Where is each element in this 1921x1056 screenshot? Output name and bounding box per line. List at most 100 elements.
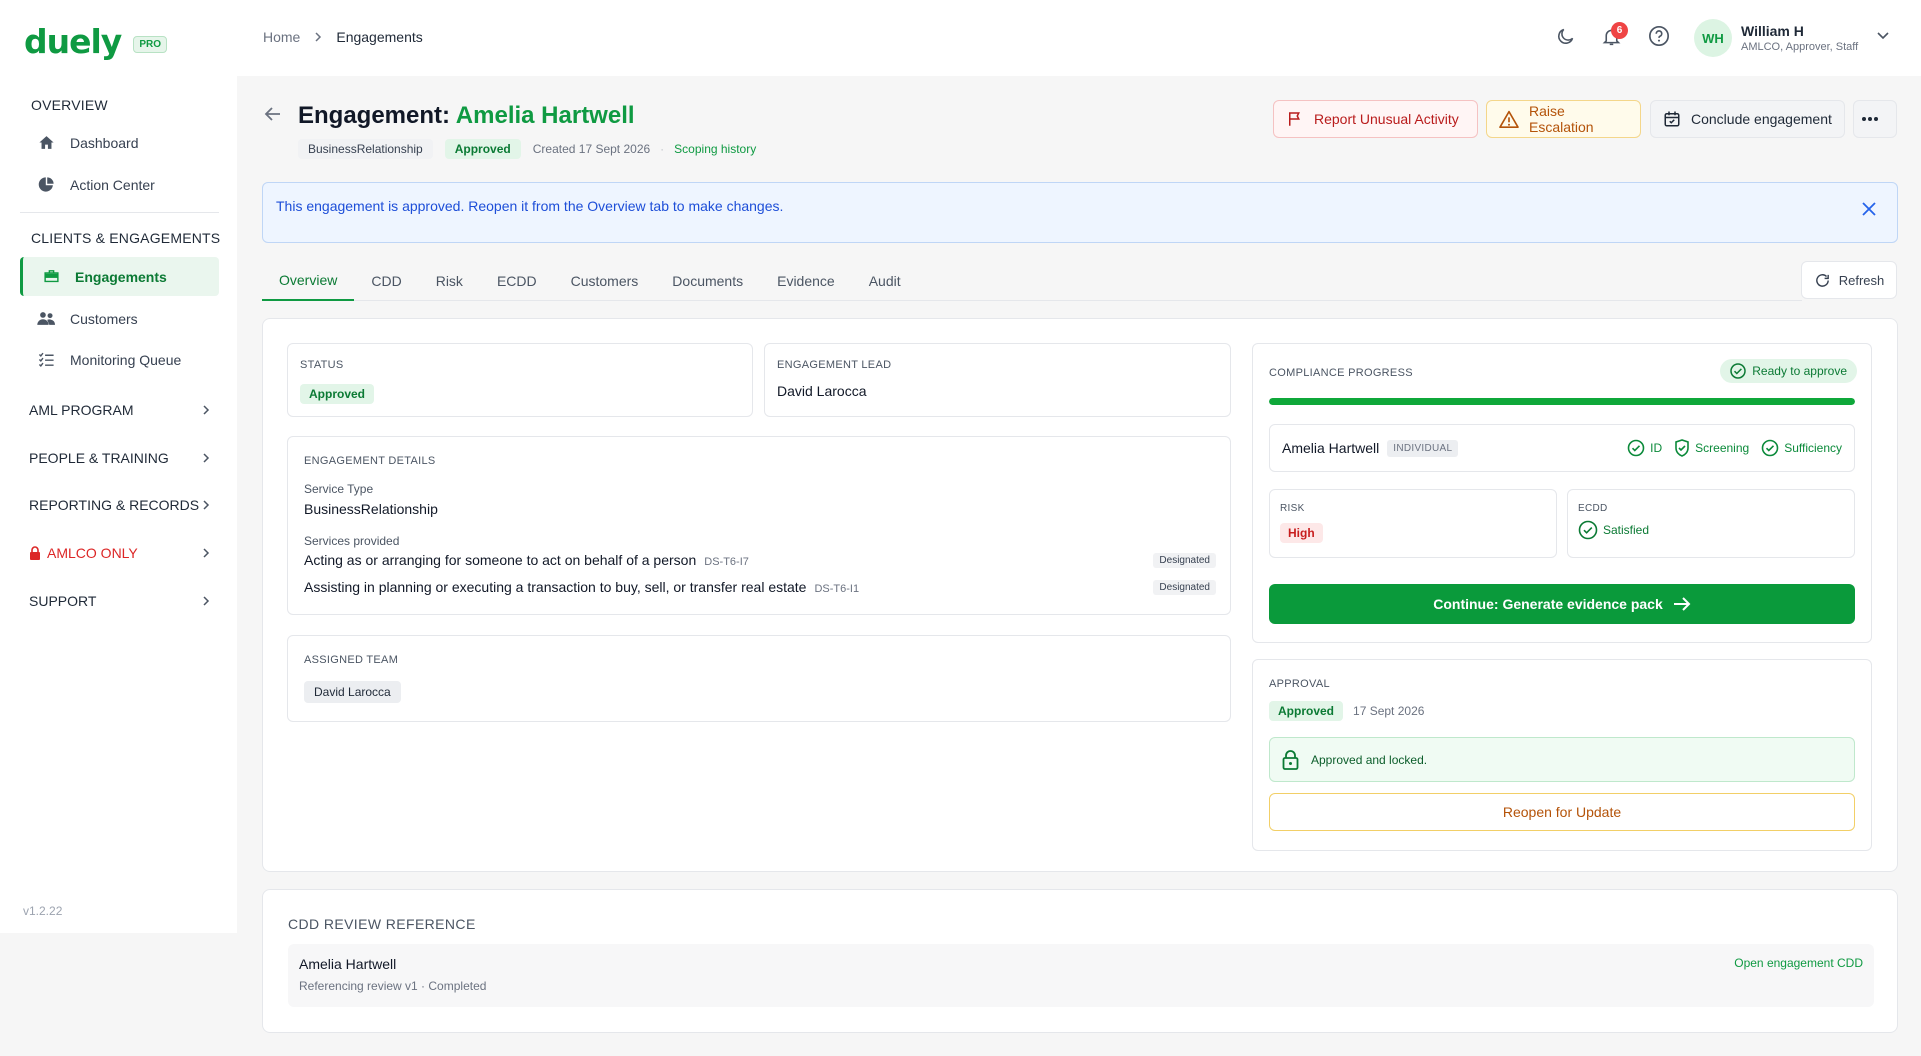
generate-evidence-pack-button[interactable]: Continue: Generate evidence pack (1269, 584, 1855, 624)
refresh-button[interactable]: Refresh (1801, 261, 1897, 299)
users-icon (36, 309, 56, 329)
risk-level-badge: High (1280, 523, 1323, 543)
button-label: Raise Escalation (1529, 103, 1594, 135)
button-label: Refresh (1838, 272, 1885, 288)
overview-panel: STATUS Approved ENGAGEMENT LEAD David La… (262, 318, 1898, 872)
logo[interactable]: duely PRO (24, 22, 167, 62)
brand-name: duely (24, 22, 122, 61)
help-icon[interactable] (1647, 24, 1671, 48)
tab-audit[interactable]: Audit (852, 260, 918, 301)
app-version: v1.2.22 (23, 904, 63, 918)
sidebar-item-customers[interactable]: Customers (20, 299, 219, 338)
risk-label: RISK (1280, 503, 1305, 514)
chevron-right-icon (201, 497, 211, 513)
service-name-row: Assisting in planning or executing a tra… (304, 579, 859, 595)
approval-label: APPROVAL (1269, 678, 1330, 690)
user-name[interactable]: William H (1741, 23, 1804, 39)
back-arrow-icon[interactable] (263, 104, 283, 127)
briefcase-icon (41, 267, 61, 287)
service-type-label: Service Type (304, 482, 374, 496)
conclude-engagement-button[interactable]: Conclude engagement (1650, 100, 1845, 138)
sidebar-item-label: Dashboard (70, 134, 139, 151)
page-title-prefix: Engagement: (298, 102, 456, 129)
sidebar-item-action-center[interactable]: Action Center (20, 165, 219, 204)
tab-ecdd[interactable]: ECDD (480, 260, 554, 301)
service-name: Acting as or arranging for someone to ac… (304, 552, 697, 568)
status-badge: Approved (444, 139, 521, 159)
sidebar-item-label: Action Center (70, 176, 155, 193)
ready-to-approve-badge: Ready to approve (1720, 359, 1857, 383)
check-id: ID (1627, 439, 1662, 457)
shield-check-icon (1675, 439, 1689, 457)
open-engagement-cdd-link[interactable]: Open engagement CDD (1734, 956, 1863, 970)
service-code: DS-T6-I1 (814, 583, 860, 595)
client-name: Amelia Hartwell (455, 102, 635, 129)
tab-cdd[interactable]: CDD (354, 260, 418, 301)
moon-icon[interactable] (1553, 24, 1577, 48)
report-unusual-activity-button[interactable]: Report Unusual Activity (1273, 100, 1478, 138)
nav-group-aml-program[interactable]: AML PROGRAM (29, 402, 211, 418)
approval-status-row: Approved 17 Sept 2026 (1269, 701, 1424, 721)
nav-group-support[interactable]: SUPPORT (29, 593, 211, 609)
sidebar-item-monitoring-queue[interactable]: Monitoring Queue (20, 340, 219, 379)
tab-risk[interactable]: Risk (419, 260, 480, 301)
notification-count-badge: 6 (1611, 22, 1628, 39)
assigned-team-label: ASSIGNED TEAM (304, 654, 399, 666)
button-label: Conclude engagement (1691, 111, 1832, 127)
list-item: Acting as or arranging for someone to ac… (304, 552, 1216, 568)
services-provided-label: Services provided (304, 534, 400, 548)
designated-tag: Designated (1153, 552, 1216, 568)
nav-group-label: AML PROGRAM (29, 402, 134, 418)
sidebar-item-label: Monitoring Queue (70, 351, 182, 368)
refresh-icon (1814, 272, 1839, 289)
tab-customers[interactable]: Customers (554, 260, 656, 301)
nav-group-label: REPORTING & RECORDS (29, 497, 200, 513)
chevron-down-icon[interactable] (1877, 28, 1889, 43)
cdd-review-reference-panel: CDD REVIEW REFERENCE Amelia Hartwell Ref… (262, 889, 1898, 1033)
reopen-for-update-button[interactable]: Reopen for Update (1269, 793, 1855, 831)
customer-kind-badge: INDIVIDUAL (1387, 439, 1459, 457)
compliance-progress-bar (1269, 398, 1855, 405)
created-date: Created 17 Sept 2026 (532, 142, 651, 156)
nav-group-label: AMLCO ONLY (47, 545, 138, 561)
status-label: STATUS (300, 359, 344, 371)
compliance-progress-card: COMPLIANCE PROGRESS Ready to approve Ame… (1252, 343, 1872, 643)
engagement-lead-value: David Larocca (777, 383, 867, 399)
chevron-right-icon (201, 402, 211, 418)
sidebar-item-engagements[interactable]: Engagements (20, 257, 219, 296)
avatar[interactable]: WH (1694, 19, 1732, 57)
cdd-reference-sub: Referencing review v1 · Completed (299, 979, 487, 993)
customer-name: Amelia Hartwell (1282, 440, 1380, 456)
nav-group-amlco-only[interactable]: AMLCO ONLY (29, 545, 211, 561)
chevron-right-icon (201, 545, 211, 561)
customer-identity: Amelia Hartwell INDIVIDUAL (1282, 439, 1459, 457)
team-member-chip: David Larocca (304, 681, 401, 703)
engagement-details-card: ENGAGEMENT DETAILS Service Type Business… (287, 436, 1231, 615)
tier-badge: PRO (133, 35, 167, 53)
tab-evidence[interactable]: Evidence (760, 260, 852, 301)
cdd-reference-name: Amelia Hartwell (299, 956, 397, 972)
approval-card: APPROVAL Approved 17 Sept 2026 Approved … (1252, 659, 1872, 851)
close-icon[interactable] (1861, 201, 1877, 220)
assigned-team-card: ASSIGNED TEAM David Larocca (287, 635, 1231, 722)
tab-documents[interactable]: Documents (655, 260, 760, 301)
sidebar-item-dashboard[interactable]: Dashboard (20, 123, 219, 162)
customer-row[interactable]: Amelia Hartwell INDIVIDUAL ID Screening … (1269, 424, 1855, 472)
ecdd-value: Satisfied (1603, 523, 1650, 537)
raise-escalation-button[interactable]: Raise Escalation (1486, 100, 1641, 138)
scoping-history-link[interactable]: Scoping history (674, 142, 756, 156)
service-code: DS-T6-I7 (704, 556, 749, 568)
check-screening: Screening (1674, 439, 1749, 457)
check-circle-icon (1627, 439, 1645, 457)
engagement-lead-card: ENGAGEMENT LEAD David Larocca (764, 343, 1231, 417)
sidebar-divider (20, 212, 219, 213)
nav-group-people-training[interactable]: PEOPLE & TRAINING (29, 450, 211, 466)
tab-overview[interactable]: Overview (262, 260, 355, 301)
meta-separator: · (660, 142, 665, 156)
nav-section-clients: CLIENTS & ENGAGEMENTS (31, 230, 221, 246)
home-icon (36, 133, 56, 153)
locked-notice: Approved and locked. (1269, 737, 1855, 782)
breadcrumb-home[interactable]: Home (263, 29, 300, 45)
more-options-button[interactable] (1853, 100, 1897, 138)
nav-group-reporting-records[interactable]: REPORTING & RECORDS (29, 497, 211, 513)
